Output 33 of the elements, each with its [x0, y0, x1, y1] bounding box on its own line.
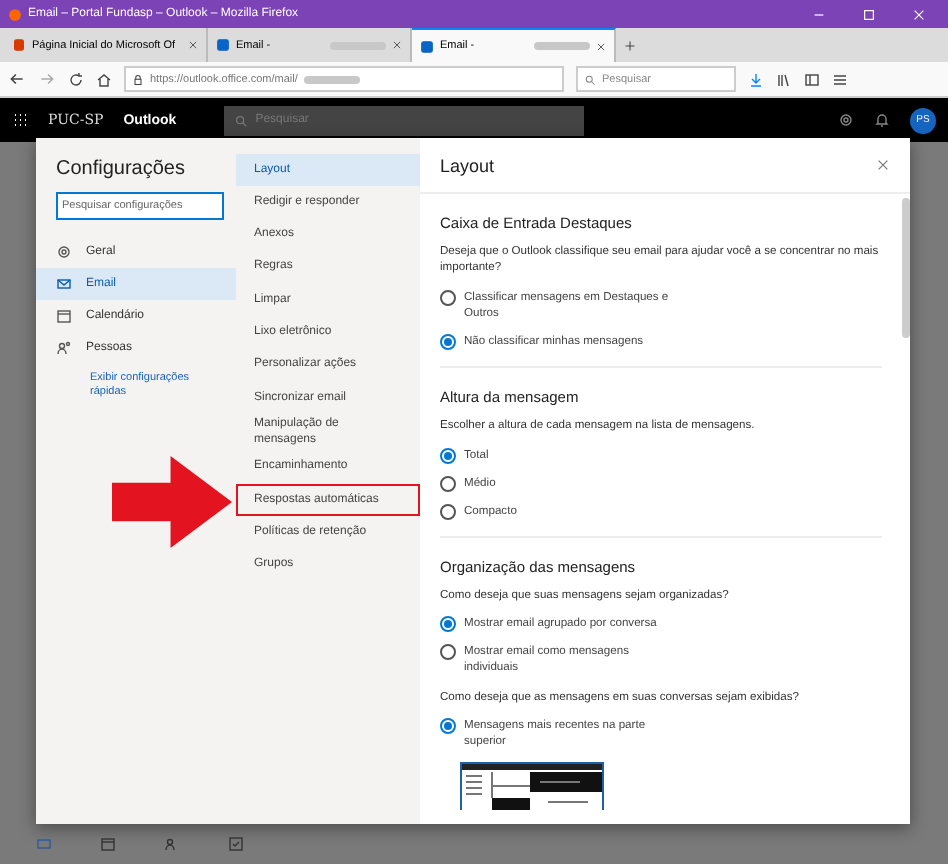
- settings-icon: [838, 112, 854, 128]
- forward-arrow-icon: [38, 70, 56, 88]
- maximize-icon: [861, 7, 875, 21]
- calendar-icon: [100, 836, 116, 852]
- sidebar-icon: [804, 71, 820, 87]
- library-icon: [776, 71, 792, 87]
- reload-icon: [68, 71, 84, 87]
- menu-icon: [832, 71, 848, 87]
- app-launcher-icon: [12, 112, 28, 128]
- people-icon: [56, 340, 72, 356]
- close-button[interactable]: [876, 155, 890, 175]
- gear-icon: [56, 244, 72, 260]
- close-icon: [188, 40, 198, 50]
- checkbox-icon: [228, 836, 244, 852]
- download-icon: [748, 71, 764, 87]
- dialog-title: Configurações: [54, 158, 187, 184]
- scrollbar-thumb[interactable]: [902, 198, 910, 338]
- pointer-arrow-icon: [112, 456, 232, 548]
- close-icon: [596, 41, 606, 51]
- back-arrow-icon: [8, 70, 26, 88]
- plus-icon: [624, 37, 636, 53]
- calendar-icon: [56, 308, 72, 324]
- lock-icon: [132, 73, 144, 85]
- search-icon: [233, 113, 248, 127]
- home-icon: [96, 71, 112, 87]
- close-icon: [911, 7, 925, 21]
- search-icon: [584, 73, 596, 85]
- blurred-text: [303, 75, 360, 83]
- panel-title: Layout: [440, 155, 495, 175]
- close-icon: [392, 40, 402, 50]
- blurred-text: [534, 42, 590, 50]
- bell-icon: [874, 112, 890, 128]
- people-icon: [164, 836, 180, 852]
